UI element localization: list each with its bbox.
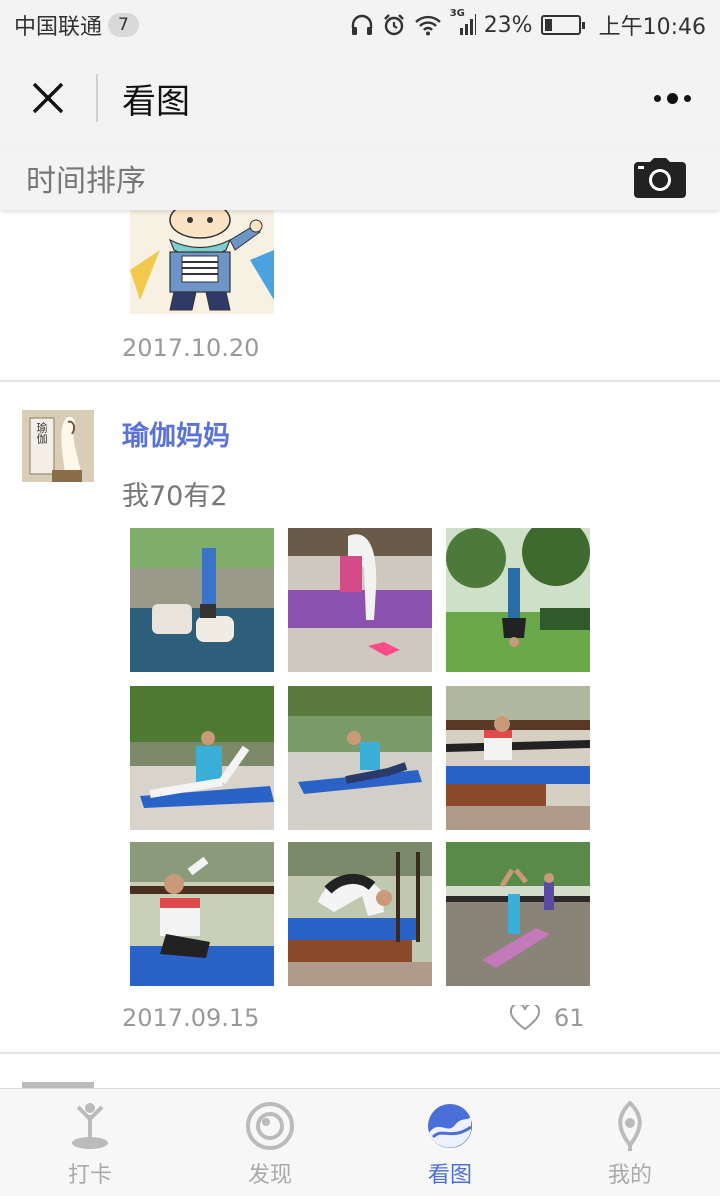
camera-button[interactable] [634,157,686,199]
more-dot-right [683,94,691,102]
sort-order-selector[interactable]: 时间排序 [26,156,146,200]
more-button[interactable] [624,50,720,146]
status-bar: 中国联通 7 3G 23% 上午10:46 [0,0,720,50]
signal-icon: 3G [450,8,476,36]
yoga-pose-icon [65,1101,115,1151]
heart-icon [510,1005,540,1031]
post-photo[interactable] [130,842,274,986]
tab-label: 打卡 [67,1163,112,1188]
tab-label: 看图 [427,1163,472,1188]
avatar-text: 瑜伽 [35,422,48,444]
post-photo[interactable] [130,210,274,314]
post-photo[interactable] [288,686,432,830]
headphones-icon [350,14,374,36]
wifi-icon [414,14,442,36]
page-title: 看图 [122,81,190,122]
post-date: 2017.09.15 [122,1004,260,1032]
post-username[interactable]: 瑜伽妈妈 [122,414,230,453]
post-text: 我70有2 [122,481,228,512]
post-photo[interactable] [446,528,590,672]
battery-percent: 23% [483,12,533,38]
eye-icon [245,1101,295,1151]
close-button[interactable] [0,50,96,146]
post-divider [0,1052,720,1054]
like-button[interactable]: 61 [510,1004,585,1032]
status-icons: 3G 23% 上午10:46 [350,8,706,41]
post-photo[interactable] [288,842,432,986]
post-divider [0,380,720,382]
title-divider [96,74,98,122]
tab-mine[interactable]: 我的 [540,1089,720,1196]
network-type-label: 3G [449,8,465,19]
post-photo[interactable] [130,686,274,830]
sort-bar: 时间排序 [0,146,720,210]
clock: 上午10:46 [598,15,706,40]
tab-label: 我的 [607,1163,652,1188]
like-count: 61 [554,1004,585,1032]
camera-icon [634,158,686,198]
more-dot-center [666,92,678,104]
lotus-person-icon [605,1101,655,1151]
tab-label: 发现 [247,1163,292,1188]
bottom-tab-bar: 打卡 发现 看图 我的 [0,1088,720,1196]
avatar[interactable]: 瑜伽 [22,410,94,482]
title-bar: 看图 [0,50,720,146]
close-icon [32,82,64,114]
photo-feed[interactable]: 2017.10.20 瑜伽 瑜伽妈妈 我70有2 2017.09.15 61 [0,210,720,1088]
post-photo[interactable] [288,528,432,672]
battery-icon [540,15,585,35]
more-dots-icon [653,94,661,102]
post-photo[interactable] [446,686,590,830]
tab-discover[interactable]: 发现 [180,1089,360,1196]
notification-badge: 7 [108,13,139,37]
carrier-group: 中国联通 7 [14,9,139,41]
carrier-name: 中国联通 [14,15,103,40]
tab-view-photos[interactable]: 看图 [360,1089,540,1196]
tab-checkin[interactable]: 打卡 [0,1089,180,1196]
post-date: 2017.10.20 [122,334,260,362]
alarm-icon [382,13,406,37]
post-photo[interactable] [446,842,590,986]
wave-circle-icon [425,1101,475,1151]
post-photo[interactable] [130,528,274,672]
